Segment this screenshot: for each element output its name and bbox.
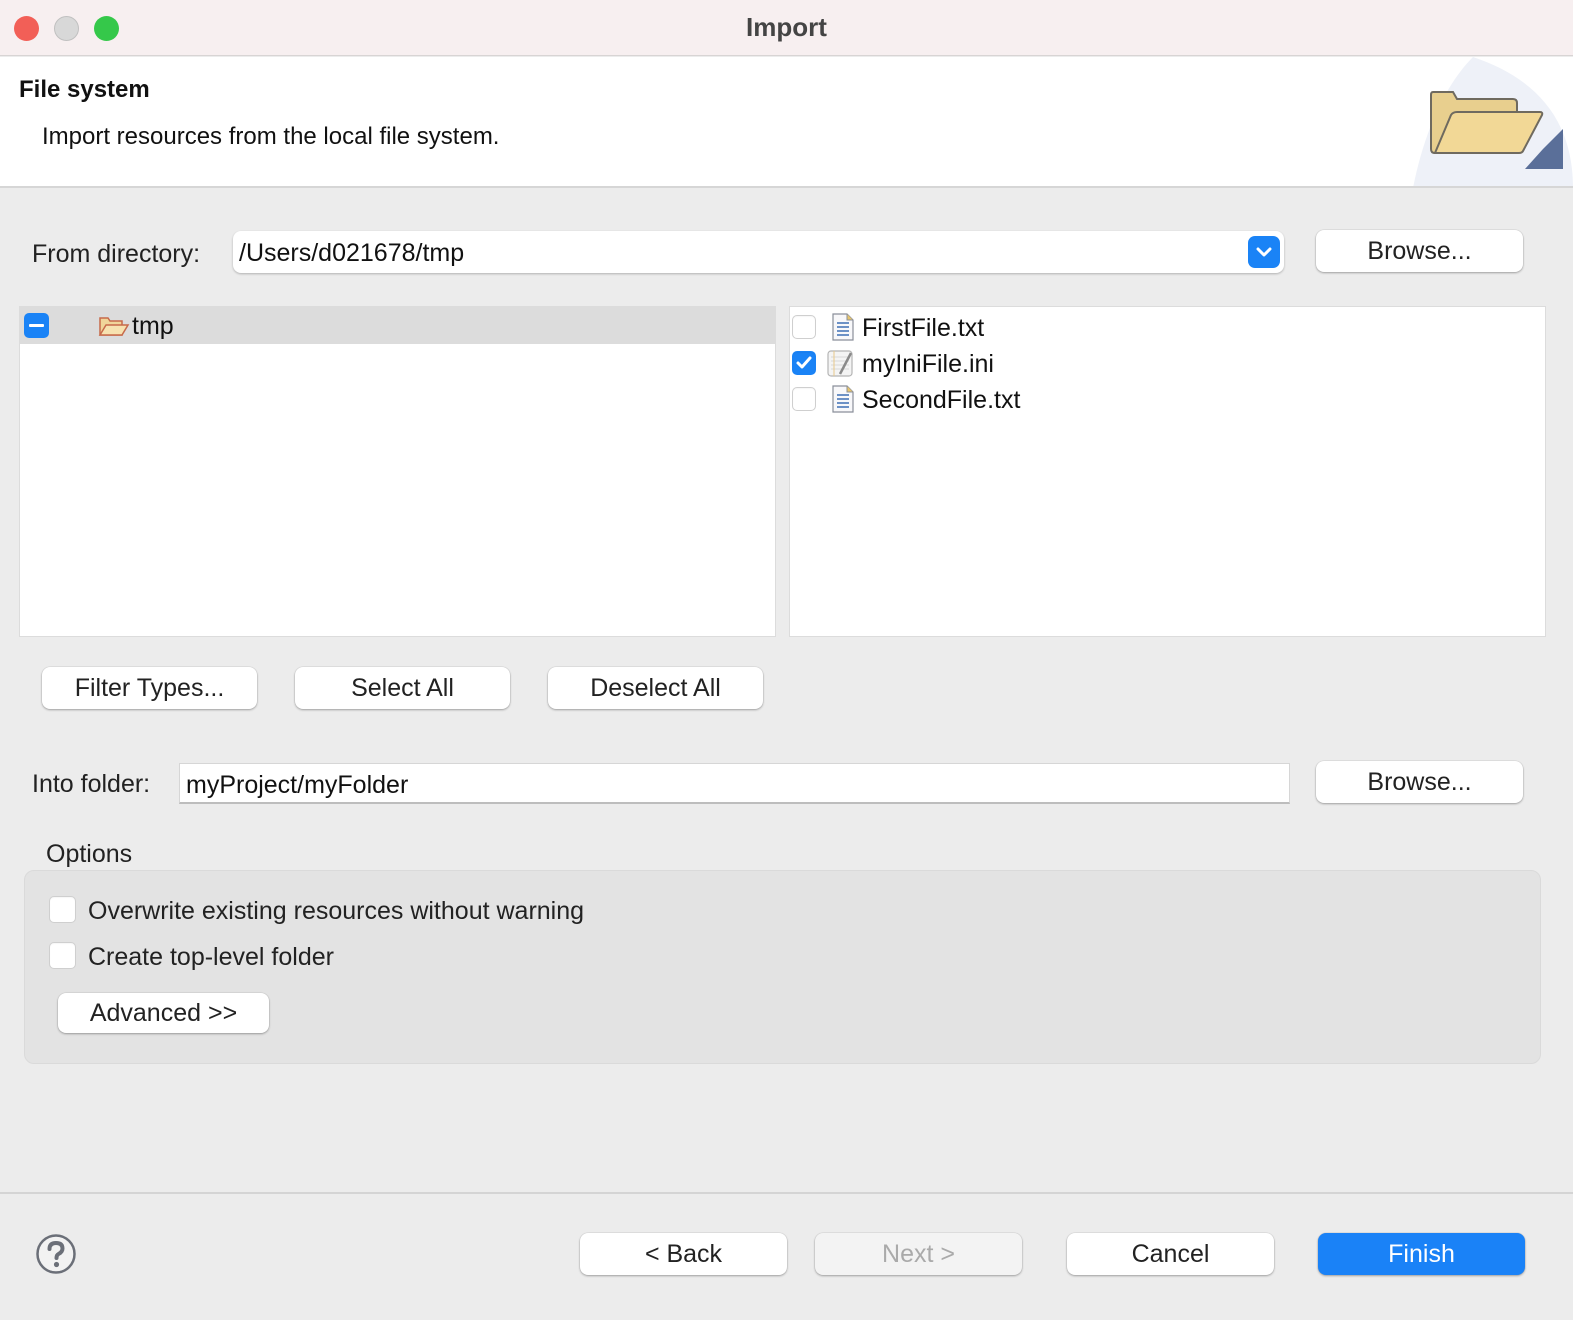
options-group: Overwrite existing resources without war… [24, 870, 1541, 1064]
from-directory-label: From directory: [32, 240, 201, 268]
tree-item-label: tmp [132, 312, 174, 340]
browse-directory-button[interactable]: Browse... [1316, 230, 1523, 272]
browse-folder-button[interactable]: Browse... [1316, 761, 1523, 803]
folder-open-icon [98, 317, 130, 336]
file-row[interactable]: SecondFile.txt [790, 381, 1545, 417]
ini-file-icon [827, 350, 853, 377]
into-folder-label: Into folder: [32, 770, 151, 798]
create-top-level-folder-label[interactable]: Create top-level folder [88, 943, 334, 972]
back-button[interactable]: < Back [580, 1233, 787, 1275]
from-directory-value[interactable]: /Users/d021678/tmp [239, 239, 464, 268]
options-heading: Options [46, 840, 133, 868]
cancel-button[interactable]: Cancel [1067, 1233, 1274, 1275]
file-name: myIniFile.ini [862, 350, 994, 378]
wizard-header: File system Import resources from the lo… [0, 57, 1573, 188]
into-folder-value[interactable]: myProject/myFolder [186, 771, 408, 800]
checkmark-icon [796, 356, 812, 369]
window-title: Import [746, 12, 827, 42]
next-button[interactable]: Next > [815, 1233, 1022, 1275]
file-checkbox[interactable] [792, 387, 816, 411]
filter-types-button[interactable]: Filter Types... [42, 667, 257, 709]
tri-state-checkbox[interactable] [24, 313, 49, 338]
text-file-icon [832, 385, 854, 413]
page-description: Import resources from the local file sys… [42, 123, 500, 150]
page-title: File system [19, 76, 150, 103]
folder-tree[interactable]: tmp [19, 306, 776, 637]
finish-button[interactable]: Finish [1318, 1233, 1525, 1275]
from-directory-combo[interactable]: /Users/d021678/tmp [233, 231, 1284, 273]
deselect-all-button[interactable]: Deselect All [548, 667, 763, 709]
file-row[interactable]: myIniFile.ini [790, 345, 1545, 381]
tree-item-tmp[interactable]: tmp [20, 307, 775, 344]
overwrite-checkbox-label[interactable]: Overwrite existing resources without war… [88, 897, 584, 926]
create-top-level-folder-checkbox[interactable] [49, 942, 76, 969]
file-list[interactable]: FirstFile.txt myIniFile.ini SecondFile.t… [789, 306, 1546, 637]
file-checkbox[interactable] [792, 315, 816, 339]
folder-open-icon [1413, 57, 1573, 186]
file-name: FirstFile.txt [862, 314, 985, 342]
advanced-button[interactable]: Advanced >> [58, 993, 269, 1033]
title-bar: Import [0, 0, 1573, 56]
into-folder-input[interactable]: myProject/myFolder [179, 763, 1290, 804]
file-name: SecondFile.txt [862, 386, 1021, 414]
text-file-icon [832, 313, 854, 341]
overwrite-checkbox[interactable] [49, 896, 76, 923]
footer-separator [0, 1192, 1573, 1194]
file-row[interactable]: FirstFile.txt [790, 309, 1545, 345]
chevron-down-icon [1256, 247, 1272, 257]
select-all-button[interactable]: Select All [295, 667, 510, 709]
dropdown-button[interactable] [1248, 236, 1280, 268]
help-icon[interactable] [36, 1234, 76, 1274]
file-checkbox-checked[interactable] [792, 351, 816, 375]
